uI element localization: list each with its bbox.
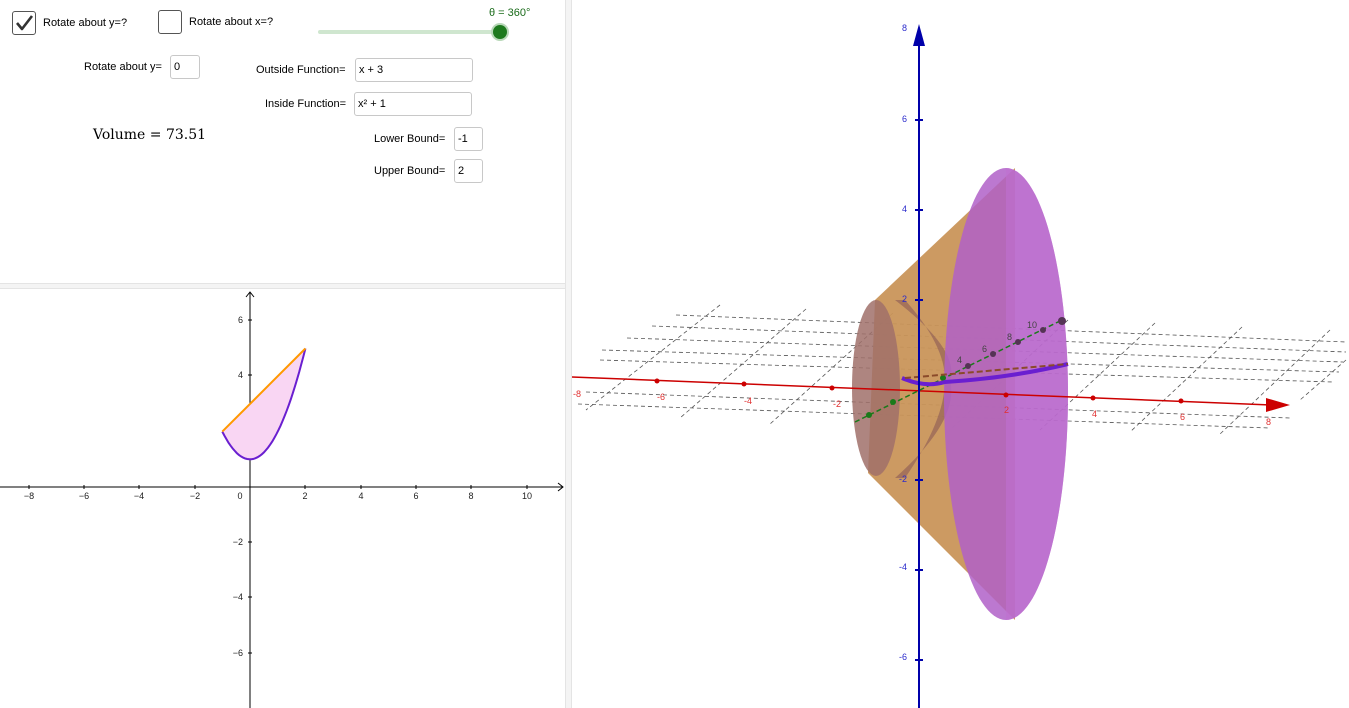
z-tick-label-3d: -2 <box>899 474 907 484</box>
x-tick-label-3d: -4 <box>744 396 752 406</box>
y-tick-label: 6 <box>238 315 243 325</box>
rotate-about-y-label: Rotate about y= <box>84 61 162 73</box>
x-tick-label-3d: -6 <box>657 392 665 402</box>
y-tick-label-3d: 4 <box>957 355 962 365</box>
graph-2d-view[interactable]: −8 −6 −4 −2 0 2 4 6 8 10 6 4 2 −2 −4 −6 <box>0 289 565 708</box>
z-tick-label-3d: 4 <box>902 204 907 214</box>
rotate-about-y-input[interactable]: 0 <box>170 55 200 79</box>
theta-label: θ = 360° <box>489 7 531 19</box>
z-tick-label-3d: -4 <box>899 562 907 572</box>
theta-slider-handle[interactable] <box>493 25 507 39</box>
x-tick-label-3d: 8 <box>1266 417 1271 427</box>
rotate-x-label: Rotate about x=? <box>189 16 274 28</box>
z-tick-label-3d: -6 <box>899 652 907 662</box>
y-tick-label-3d: 8 <box>1007 332 1012 342</box>
inside-function-label: Inside Function= <box>265 98 347 110</box>
z-tick-label-3d: 8 <box>902 23 907 33</box>
controls-panel: Rotate about y=? Rotate about x=? θ = 36… <box>0 0 565 283</box>
y-tick-label: −2 <box>233 537 243 547</box>
x-tick-label: 8 <box>468 491 473 501</box>
x-axis-arrow-icon <box>1266 398 1290 412</box>
z-tick-label-3d: 2 <box>902 294 907 304</box>
x-tick-label-3d: 4 <box>1092 409 1097 419</box>
panel-divider-vertical[interactable] <box>565 0 572 708</box>
x-tick-label-3d: -2 <box>833 399 841 409</box>
lower-bound-input[interactable]: -1 <box>454 127 483 151</box>
x-tick-label: −8 <box>24 491 34 501</box>
region-between-curves <box>222 348 306 460</box>
inside-function-input[interactable]: x² + 1 <box>354 92 472 116</box>
x-tick-label: −6 <box>79 491 89 501</box>
x-tick-label: 4 <box>358 491 363 501</box>
upper-bound-input[interactable]: 2 <box>454 159 483 183</box>
rotate-y-label: Rotate about y=? <box>43 17 128 29</box>
z-axis-arrow-icon <box>913 24 925 46</box>
x-tick-label: 0 <box>237 491 242 501</box>
left-panel: Rotate about y=? Rotate about x=? θ = 36… <box>0 0 566 708</box>
y-tick-label-3d: 10 <box>1027 320 1037 330</box>
x-tick-label: 6 <box>413 491 418 501</box>
outside-function-input[interactable]: x + 3 <box>355 58 473 82</box>
upper-bound-label: Upper Bound= <box>374 165 446 177</box>
outside-function-label: Outside Function= <box>256 64 346 76</box>
x-tick-label-3d: -8 <box>573 389 581 399</box>
x-tick-label: −4 <box>134 491 144 501</box>
y-tick-label-3d: 6 <box>982 344 987 354</box>
x-tick-label-3d: 2 <box>1004 405 1009 415</box>
checkmark-icon <box>16 15 34 31</box>
x-tick-label: 2 <box>302 491 307 501</box>
z-tick-label-3d: 6 <box>902 114 907 124</box>
x-tick-label: 10 <box>522 491 532 501</box>
rotate-x-checkbox[interactable] <box>158 10 182 34</box>
graph-3d-view[interactable]: -8 -6 -4 -2 2 4 6 8 4 6 8 10 8 6 4 2 -2 … <box>572 0 1349 708</box>
y-tick-label: −4 <box>233 592 243 602</box>
y-tick-label: 4 <box>238 370 243 380</box>
volume-readout: Volume = 73.51 <box>93 127 207 143</box>
y-tick-label: −6 <box>233 648 243 658</box>
x-tick-label: −2 <box>190 491 200 501</box>
lower-bound-label: Lower Bound= <box>374 133 446 145</box>
theta-slider-track[interactable] <box>318 30 501 34</box>
rotate-y-checkbox[interactable] <box>12 11 36 35</box>
x-tick-label-3d: 6 <box>1180 412 1185 422</box>
